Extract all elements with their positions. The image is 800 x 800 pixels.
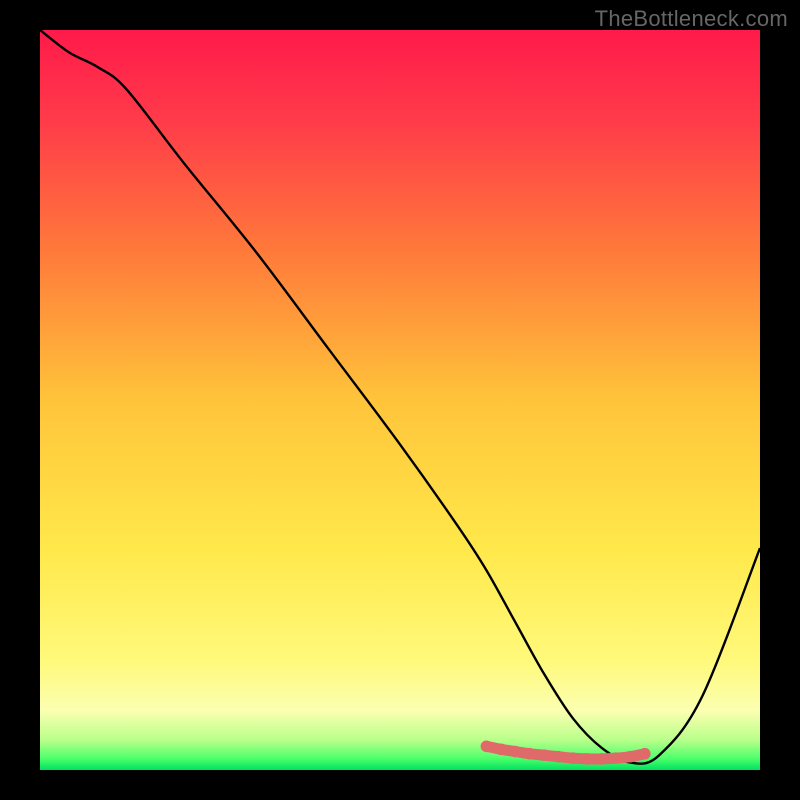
optimal-dot — [567, 752, 579, 764]
optimal-dot — [509, 746, 521, 758]
optimal-dot — [495, 743, 507, 755]
optimal-dot — [524, 748, 536, 760]
optimal-dot — [625, 751, 637, 763]
chart-svg — [40, 30, 760, 770]
optimal-dot — [581, 753, 593, 765]
optimal-dot — [553, 751, 565, 763]
optimal-dot — [481, 741, 493, 753]
optimal-dot — [639, 748, 651, 760]
chart-plot-area — [40, 30, 760, 770]
optimal-dot — [610, 752, 622, 764]
optimal-dot — [596, 753, 608, 765]
optimal-dot — [538, 749, 550, 761]
watermark-text: TheBottleneck.com — [595, 6, 788, 32]
gradient-background — [40, 30, 760, 770]
